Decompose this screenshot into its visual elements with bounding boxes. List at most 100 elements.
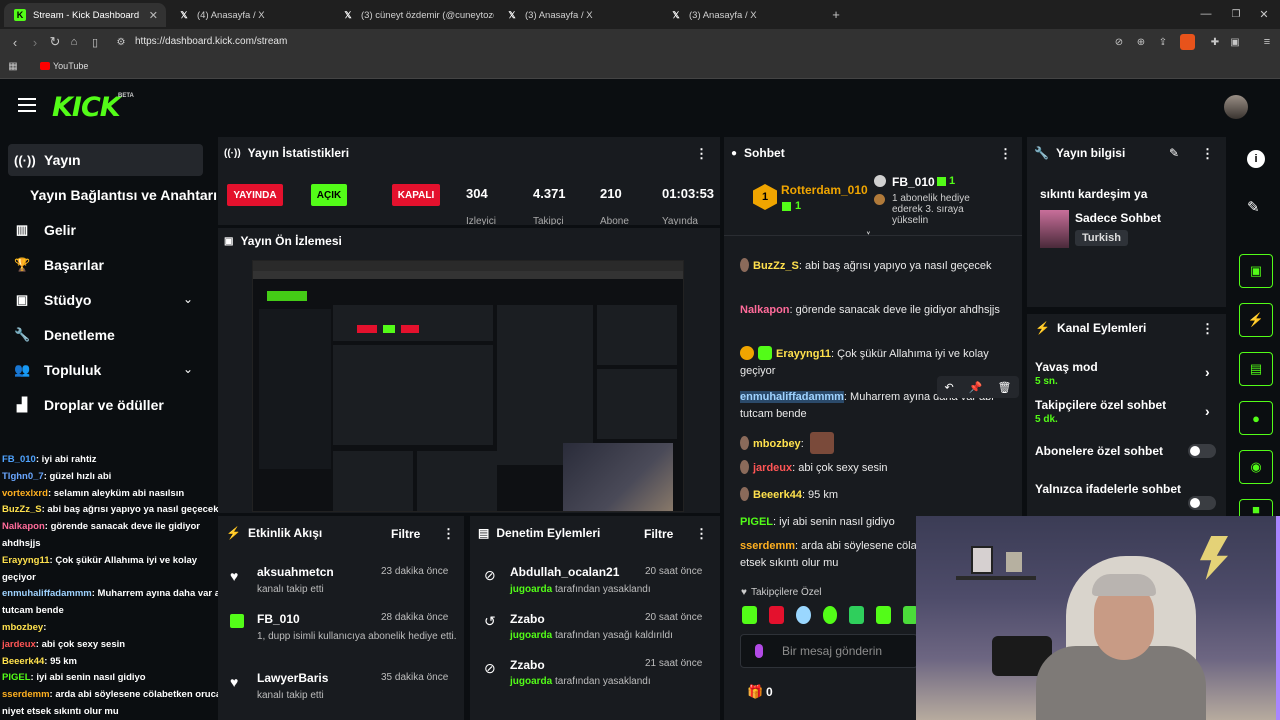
reload-icon[interactable]: ↻: [48, 34, 62, 49]
chat-message[interactable]: Erayyng11: Çok şükür Allahıma iyi ve kol…: [740, 346, 1010, 380]
top-gifter-name[interactable]: Rotterdam_010: [781, 183, 868, 197]
tab-x-4[interactable]: 𝕏 (3) Anasayfa / X: [660, 3, 822, 27]
maximize-icon[interactable]: ❐: [1228, 6, 1244, 22]
bookmark-icon[interactable]: ▯: [88, 35, 102, 49]
chat-username[interactable]: mbozbey: [753, 438, 801, 450]
screenshot-icon[interactable]: ▣: [1239, 254, 1273, 288]
chat-username[interactable]: enmuhaliffadammm: [740, 391, 844, 403]
more-options-icon[interactable]: ⋮: [695, 526, 708, 542]
tab-x-3[interactable]: 𝕏 (3) Anasayfa / X: [496, 3, 658, 27]
more-options-icon[interactable]: ⋮: [442, 526, 455, 542]
url-field[interactable]: https://dashboard.kick.com/stream: [135, 36, 287, 47]
chat-message[interactable]: jardeux: abi çok sexy sesin: [740, 460, 1010, 477]
overlay-chat-user[interactable]: jardeux: [2, 639, 36, 650]
chevron-right-icon[interactable]: ›: [1205, 403, 1210, 419]
site-info-icon[interactable]: ⚙: [114, 35, 128, 49]
home-icon[interactable]: ⌂: [67, 35, 81, 49]
overlay-chat-user[interactable]: sserdemm: [2, 689, 50, 700]
activity-user[interactable]: aksuahmetcn: [257, 565, 334, 579]
sidebar-toggle-icon[interactable]: ▣: [1228, 35, 1242, 49]
broadcast-icon[interactable]: ◉: [1239, 450, 1273, 484]
category-thumbnail[interactable]: [1040, 210, 1069, 248]
moderator-name[interactable]: jugoarda: [510, 584, 552, 595]
moderated-user[interactable]: Abdullah_ocalan21: [510, 565, 619, 579]
sub-only-toggle[interactable]: [1188, 444, 1216, 458]
tab-kick-dashboard[interactable]: K Stream - Kick Dashboard ✕: [4, 3, 166, 27]
mic-icon[interactable]: [755, 644, 763, 658]
apps-grid-icon[interactable]: ▦: [7, 60, 19, 72]
overlay-chat-user[interactable]: FB_010: [2, 454, 36, 465]
chat-username[interactable]: PIGEL: [740, 516, 773, 528]
overlay-chat-user[interactable]: Nalkapon: [2, 521, 45, 532]
moderated-user[interactable]: Zzabo: [510, 658, 545, 672]
gift-box-icon[interactable]: 🎁: [747, 684, 763, 700]
slow-mode-label[interactable]: Yavaş mod: [1035, 360, 1098, 374]
closed-badge[interactable]: KAPALI: [392, 184, 440, 206]
back-icon[interactable]: ‹: [8, 35, 22, 50]
moderation-filter-button[interactable]: Filtre: [644, 527, 673, 541]
moderated-user[interactable]: Zzabo: [510, 612, 545, 626]
close-icon[interactable]: ✕: [149, 9, 158, 22]
extensions-icon[interactable]: ✚: [1208, 35, 1222, 49]
chat-bubble-icon[interactable]: ●: [1239, 401, 1273, 435]
chat-username[interactable]: BuzZz_S: [753, 260, 799, 272]
sidebar-item-gelir[interactable]: ▥ Gelir: [14, 215, 76, 245]
emote[interactable]: [768, 606, 784, 624]
overlay-chat-user[interactable]: Erayyng11: [2, 555, 50, 566]
mute-icon[interactable]: ⊘: [1112, 35, 1126, 49]
chevron-down-icon[interactable]: ⌄: [183, 292, 193, 306]
sidebar-item-yayin[interactable]: ((·)) Yayın: [14, 145, 81, 175]
tab-x-1[interactable]: 𝕏 (4) Anasayfa / X: [168, 3, 330, 27]
new-tab-icon[interactable]: +: [828, 6, 844, 22]
followers-only-chat-label[interactable]: Takipçilere özel sohbet: [1035, 398, 1166, 412]
activity-filter-button[interactable]: Filtre: [391, 527, 420, 541]
overlay-chat-user[interactable]: Tlghn0_7: [2, 471, 44, 482]
more-options-icon[interactable]: ⋮: [999, 146, 1012, 162]
chat-message[interactable]: Nalkapon: görende sanacak deve ile gidiy…: [740, 302, 1010, 319]
activity-user[interactable]: FB_010: [257, 612, 300, 626]
chat-message[interactable]: Beeerk44: 95 km: [740, 487, 1010, 504]
overlay-chat-user[interactable]: BuzZz_S: [2, 504, 42, 515]
chat-input-placeholder[interactable]: Bir mesaj gönderin: [782, 644, 882, 658]
window-close-icon[interactable]: ✕: [1256, 6, 1272, 22]
emote[interactable]: [849, 606, 865, 624]
chat-username[interactable]: Beeerk44: [753, 489, 802, 501]
delete-icon[interactable]: 🗑: [998, 381, 1012, 394]
chat-message[interactable]: BuzZz_S: abi baş ağrısı yapıyo ya nasıl …: [740, 258, 1010, 275]
overlay-chat-user[interactable]: enmuhaliffadammm: [2, 588, 92, 599]
tab-x-2[interactable]: 𝕏 (3) cüneyt özdemir (@cuneytozdem: [332, 3, 494, 27]
overlay-chat-user[interactable]: Beeerk44: [2, 656, 44, 667]
menu-icon[interactable]: ≡: [1260, 35, 1274, 49]
brave-shield-icon[interactable]: [1180, 34, 1195, 50]
lightning-icon[interactable]: ⚡: [1239, 303, 1273, 337]
emote-only-toggle[interactable]: [1188, 496, 1216, 510]
sidebar-item-droplar[interactable]: ▟ Droplar ve ödüller: [14, 390, 164, 420]
sidebar-item-stream-key[interactable]: Yayın Bağlantısı ve Anahtarı: [30, 180, 217, 210]
stream-preview-video[interactable]: [252, 260, 684, 512]
chat-username[interactable]: jardeux: [753, 462, 792, 474]
more-options-icon[interactable]: ⋮: [1201, 321, 1214, 337]
moderator-name[interactable]: jugoarda: [510, 630, 552, 641]
overlay-chat-user[interactable]: PIGEL: [2, 672, 31, 683]
avatar[interactable]: [1224, 95, 1248, 119]
sidebar-item-basarilar[interactable]: 🏆 Başarılar: [14, 250, 104, 280]
more-options-icon[interactable]: ⋮: [695, 146, 708, 162]
category-name[interactable]: Sadece Sohbet: [1075, 211, 1161, 225]
chat-username[interactable]: sserdemm: [740, 540, 795, 552]
chevron-right-icon[interactable]: ›: [1205, 364, 1210, 380]
forward-icon[interactable]: ›: [28, 35, 42, 50]
zoom-icon[interactable]: ⊕: [1134, 35, 1148, 49]
emote[interactable]: [742, 606, 757, 624]
edit-icon[interactable]: ✎: [1169, 146, 1179, 160]
pin-icon[interactable]: 📌: [969, 381, 983, 394]
sidebar-item-topluluk[interactable]: 👥 Topluluk: [14, 355, 101, 385]
moderator-name[interactable]: jugoarda: [510, 676, 552, 687]
reply-icon[interactable]: ↶: [945, 381, 954, 394]
chevron-down-icon[interactable]: ⌄: [183, 362, 193, 376]
sub-gifter-name[interactable]: FB_010: [892, 175, 935, 189]
overlay-chat-user[interactable]: mbozbey: [2, 622, 43, 633]
pencil-icon[interactable]: ✎: [1247, 198, 1260, 216]
activity-user[interactable]: LawyerBaris: [257, 671, 328, 685]
sidebar-item-denetleme[interactable]: 🔧 Denetleme: [14, 320, 115, 350]
overlay-chat-user[interactable]: vortexlxrd: [2, 488, 48, 499]
